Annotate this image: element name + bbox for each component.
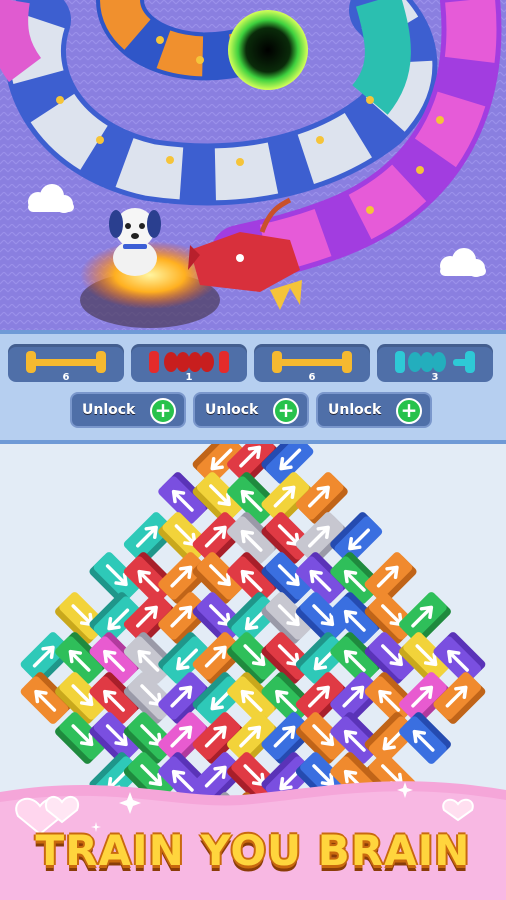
spool-slot-3[interactable]: 6 (254, 344, 370, 383)
unlock-label: Unlock (82, 402, 136, 418)
spool-slot-2[interactable]: 1 (131, 344, 247, 383)
spool-slot-1[interactable]: 6 (8, 344, 124, 383)
spool-slot-4[interactable]: 3 (377, 344, 493, 383)
arrow-block[interactable] (397, 710, 452, 765)
spool-slot-bar: 6 1 6 3 Unlock + Unlock + Unlock + (0, 330, 506, 444)
arrow-block[interactable] (432, 670, 487, 725)
black-hole-icon (228, 10, 308, 90)
spool-count: 6 (62, 372, 70, 383)
unlock-button-3[interactable]: Unlock + (316, 392, 432, 428)
banner-title: TRAIN YOU BRAIN (35, 826, 471, 875)
unlock-label: Unlock (328, 402, 382, 418)
spool-count: 6 (308, 372, 316, 383)
plus-icon: + (150, 398, 176, 424)
game-scene (0, 0, 506, 330)
spool-count: 3 (431, 372, 439, 383)
unlock-button-2[interactable]: Unlock + (193, 392, 309, 428)
unlock-label: Unlock (205, 402, 259, 418)
plus-icon: + (396, 398, 422, 424)
unlock-button-1[interactable]: Unlock + (70, 392, 186, 428)
yarn-snake-art (0, 0, 506, 330)
plus-icon: + (273, 398, 299, 424)
spool-count: 1 (185, 372, 193, 383)
